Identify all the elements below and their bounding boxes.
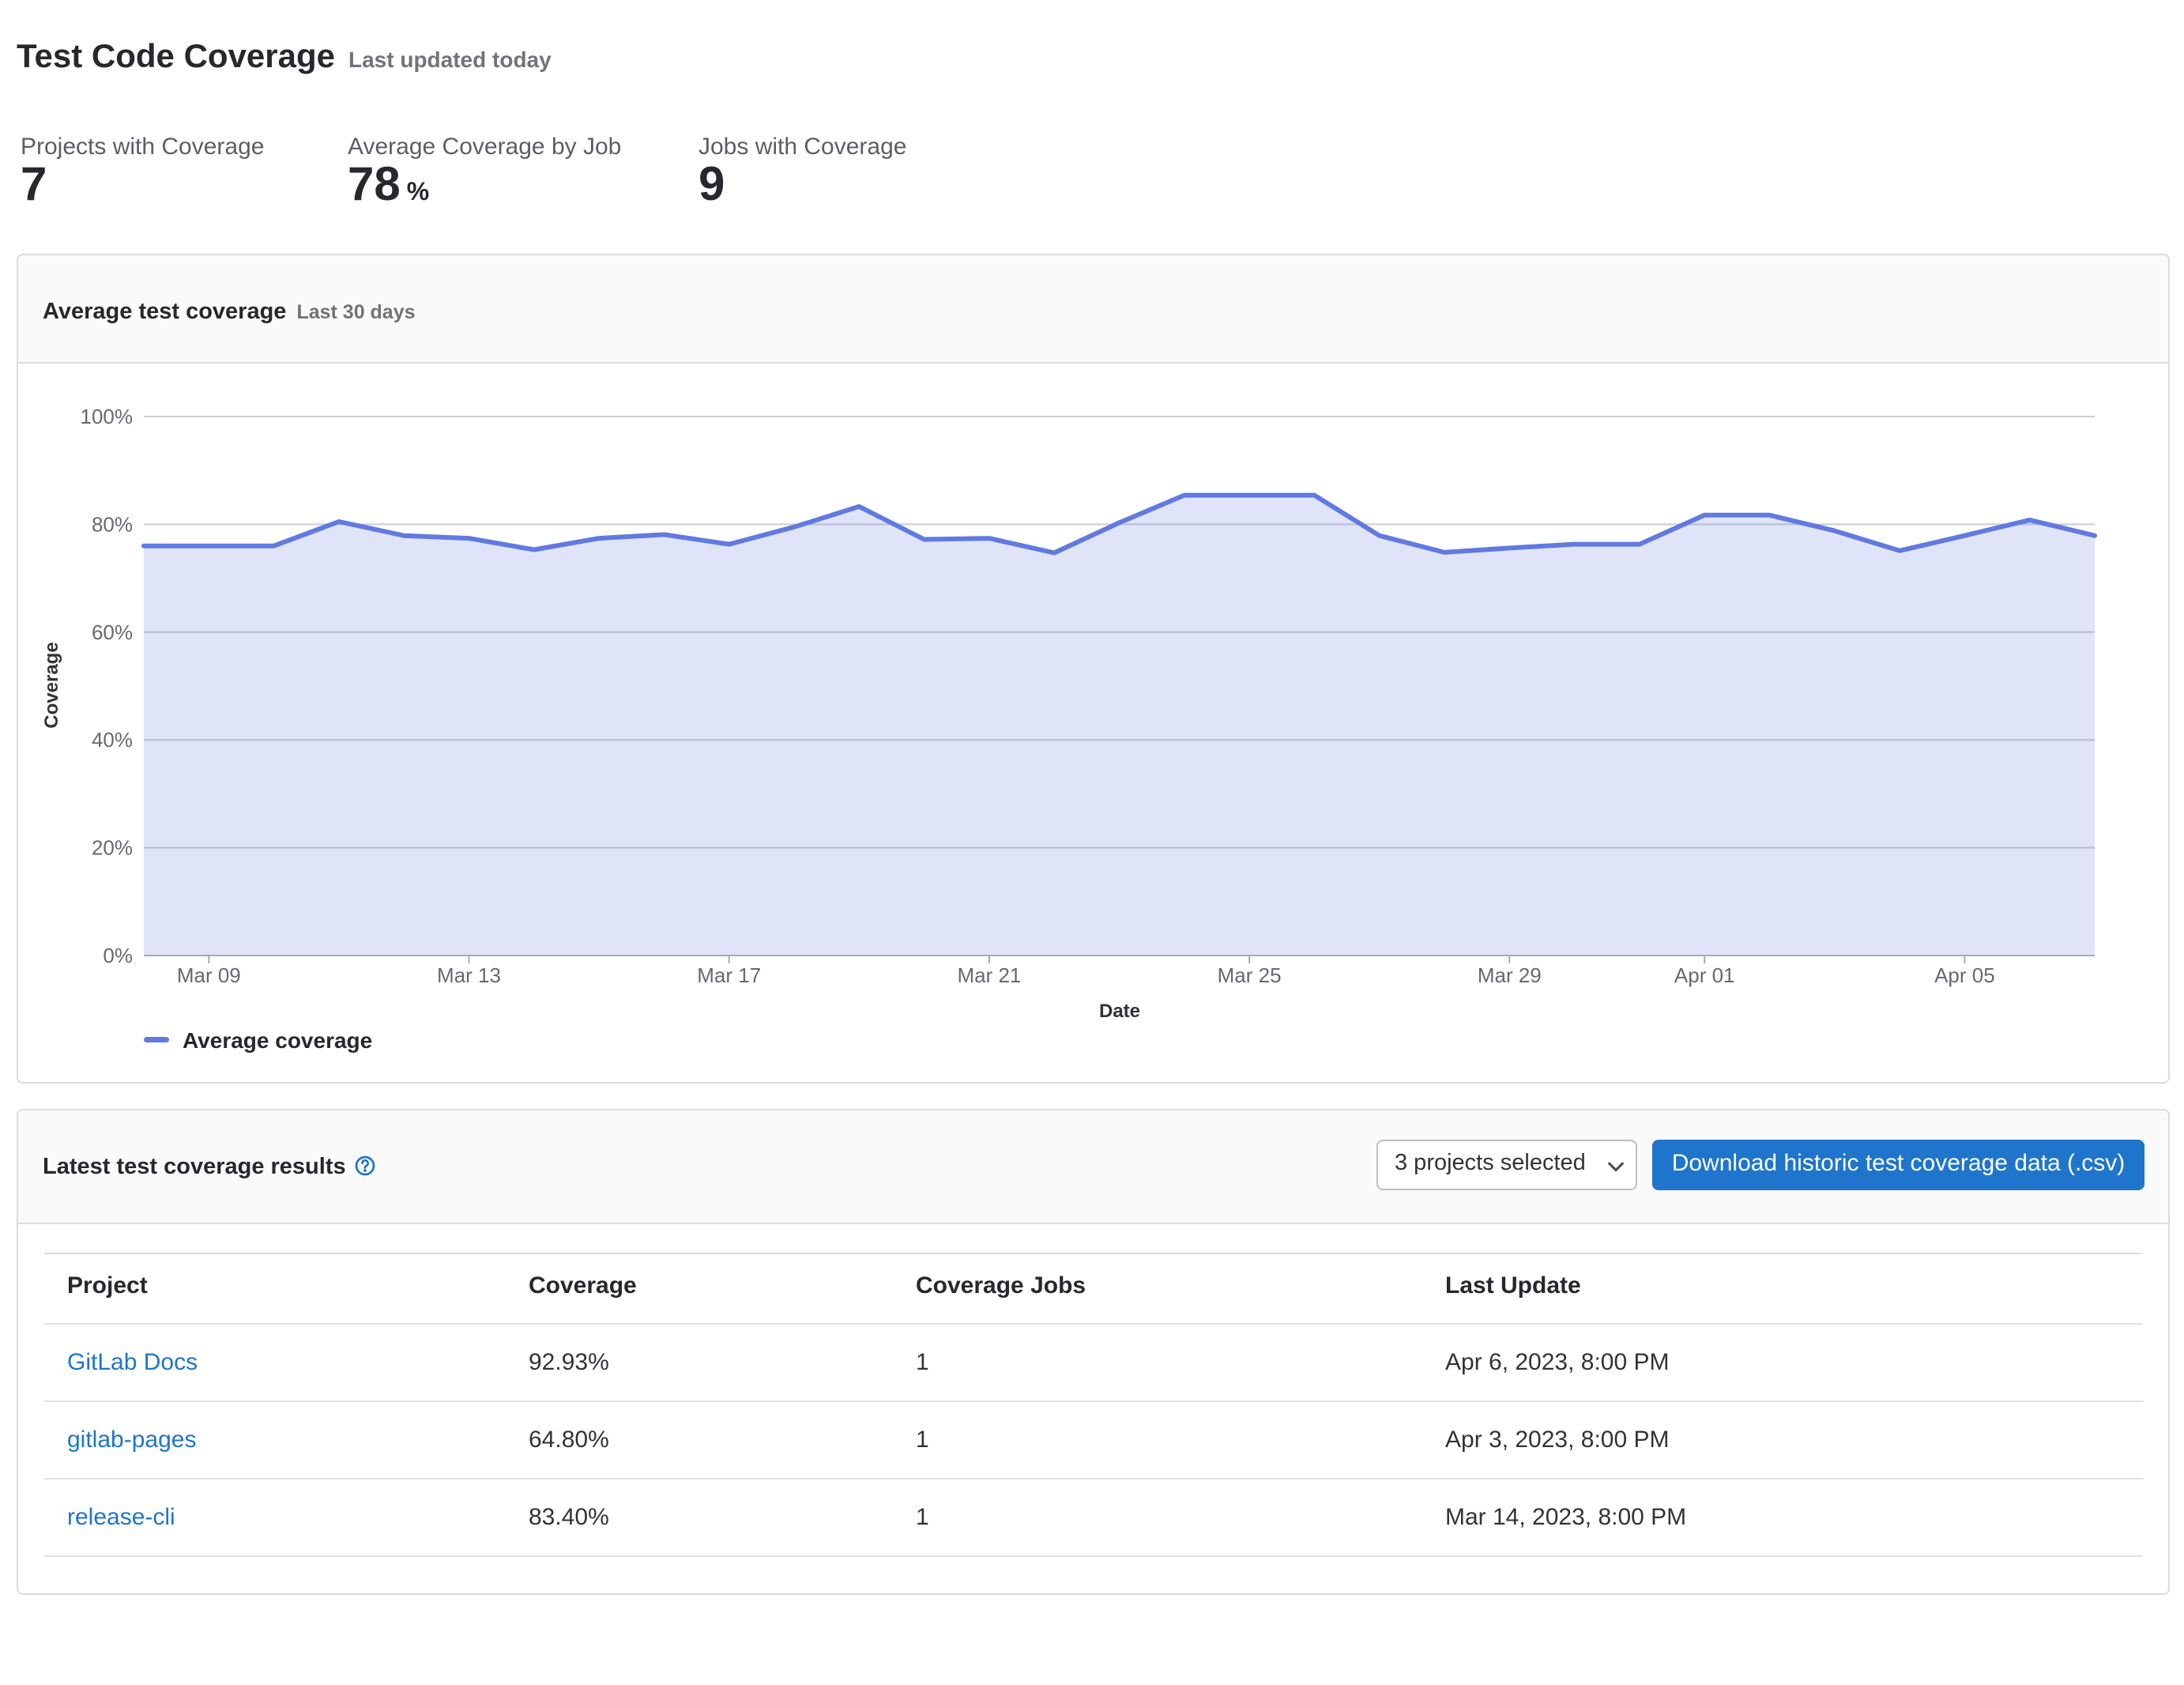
svg-text:Date: Date (1099, 1001, 1140, 1022)
svg-text:Mar 09: Mar 09 (177, 963, 241, 987)
svg-text:0%: 0% (103, 944, 133, 967)
svg-text:80%: 80% (92, 512, 133, 536)
svg-text:Mar 21: Mar 21 (957, 963, 1021, 987)
svg-text:Mar 17: Mar 17 (697, 963, 761, 987)
svg-text:Coverage: Coverage (41, 642, 62, 728)
svg-text:60%: 60% (92, 620, 133, 644)
svg-text:Apr 01: Apr 01 (1674, 963, 1735, 987)
svg-text:Mar 29: Mar 29 (1478, 963, 1542, 987)
svg-text:Average coverage: Average coverage (183, 1028, 372, 1053)
svg-text:Mar 13: Mar 13 (437, 963, 501, 987)
svg-text:40%: 40% (92, 728, 133, 752)
svg-text:Mar 25: Mar 25 (1218, 963, 1282, 987)
svg-text:100%: 100% (81, 405, 134, 428)
svg-text:Apr 05: Apr 05 (1934, 963, 1995, 987)
svg-text:20%: 20% (92, 836, 133, 860)
